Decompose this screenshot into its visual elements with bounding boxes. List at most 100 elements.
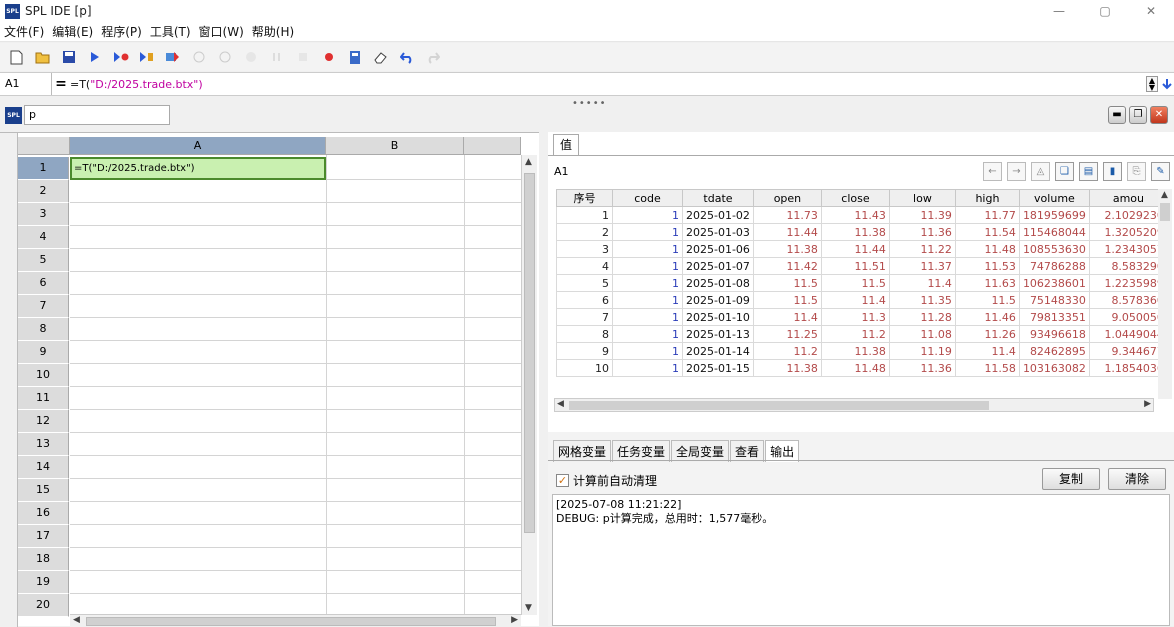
expand-formula-icon[interactable]: ▲ ▼: [1146, 76, 1158, 92]
row-header-19[interactable]: 19: [18, 571, 69, 594]
grid-horizontal-scrollbar[interactable]: ◀ ▶: [70, 614, 521, 627]
grid-vscroll-thumb[interactable]: [524, 173, 535, 533]
table-cell[interactable]: 181959699: [1018, 206, 1090, 224]
table-cell[interactable]: 8.578360: [1088, 291, 1168, 309]
row-header-16[interactable]: 16: [18, 502, 69, 525]
value-horizontal-scrollbar[interactable]: ◀ ▶: [554, 398, 1154, 412]
tab-task-variables[interactable]: 任务变量: [612, 440, 671, 462]
row-header-7[interactable]: 7: [18, 295, 69, 318]
grid-vertical-scrollbar[interactable]: ▲ ▼: [521, 155, 537, 615]
run-to-cursor-icon[interactable]: [164, 49, 181, 66]
table-cell[interactable]: 1: [612, 206, 683, 224]
pin-icon[interactable]: ✎: [1151, 162, 1170, 181]
table-row[interactable]: 9 1 2025-01-14 11.2 11.38 11.19 11.4 82462895 9.…: [556, 342, 1168, 360]
table-cell[interactable]: 1: [612, 291, 683, 309]
table-cell[interactable]: 11.36: [888, 223, 956, 241]
table-cell[interactable]: 11.5: [820, 274, 890, 292]
table-cell[interactable]: 11.43: [820, 206, 890, 224]
table-cell[interactable]: 2025-01-08: [682, 274, 754, 292]
table-cell[interactable]: 11.5: [752, 274, 822, 292]
table-row[interactable]: 4 1 2025-01-07 11.42 11.51 11.37 11.53 74786288…: [556, 257, 1168, 275]
value-column-header[interactable]: low: [888, 189, 956, 207]
column-header-a[interactable]: A: [70, 137, 326, 155]
row-header-2[interactable]: 2: [18, 180, 69, 203]
save-icon[interactable]: [60, 49, 77, 66]
menu-program[interactable]: 程序(P): [101, 23, 142, 40]
menu-tools[interactable]: 工具(T): [150, 23, 191, 40]
row-header-10[interactable]: 10: [18, 364, 69, 387]
table-cell[interactable]: 11.44: [820, 240, 890, 258]
cell-a1[interactable]: =T("D:/2025.trade.btx"): [70, 157, 326, 180]
tab-global-variables[interactable]: 全局变量: [671, 440, 730, 462]
copy-value-icon[interactable]: ❏: [1055, 162, 1074, 181]
table-cell[interactable]: 11.36: [888, 359, 956, 377]
table-cell[interactable]: 93496618: [1018, 325, 1090, 343]
maximize-button[interactable]: ▢: [1082, 0, 1128, 22]
table-cell[interactable]: 2025-01-02: [682, 206, 754, 224]
table-cell[interactable]: 2025-01-15: [682, 359, 754, 377]
row-header-8[interactable]: 8: [18, 318, 69, 341]
table-cell[interactable]: 1: [612, 342, 683, 360]
row-header-5[interactable]: 5: [18, 249, 69, 272]
new-file-icon[interactable]: [8, 49, 25, 66]
auto-clear-checkbox[interactable]: ✓ 计算前自动清理: [556, 472, 657, 489]
table-row[interactable]: 3 1 2025-01-06 11.38 11.44 11.22 11.48 10855363…: [556, 240, 1168, 258]
table-cell[interactable]: 11.4: [820, 291, 890, 309]
value-column-header[interactable]: 序号: [556, 189, 613, 207]
value-vertical-scrollbar[interactable]: ▲: [1158, 189, 1172, 399]
back-icon[interactable]: ←: [983, 162, 1002, 181]
value-column-header[interactable]: high: [954, 189, 1020, 207]
table-cell[interactable]: 2025-01-14: [682, 342, 754, 360]
table-cell[interactable]: 2025-01-06: [682, 240, 754, 258]
row-header-1[interactable]: 1: [18, 157, 69, 180]
table-row[interactable]: 7 1 2025-01-10 11.4 11.3 11.28 11.46 79813351 9.…: [556, 308, 1168, 326]
table-cell[interactable]: 1: [612, 274, 683, 292]
value-hscroll-thumb[interactable]: [569, 401, 989, 410]
tab-watch[interactable]: 查看: [730, 440, 765, 462]
grid-hscroll-thumb[interactable]: [86, 617, 496, 626]
table-cell[interactable]: 10: [556, 359, 613, 377]
vertical-splitter[interactable]: [539, 132, 548, 626]
tab-output[interactable]: 输出: [765, 440, 800, 462]
row-header-17[interactable]: 17: [18, 525, 69, 548]
run-icon[interactable]: [86, 49, 103, 66]
table-cell[interactable]: 75148330: [1018, 291, 1090, 309]
table-cell[interactable]: 5: [556, 274, 613, 292]
table-cell[interactable]: 108553630: [1018, 240, 1090, 258]
table-cell[interactable]: 11.4: [888, 274, 956, 292]
table-cell[interactable]: 11.58: [954, 359, 1020, 377]
value-vscroll-thumb[interactable]: [1160, 203, 1170, 221]
panel-minimize-icon[interactable]: ▬: [1108, 106, 1126, 124]
table-cell[interactable]: 11.19: [888, 342, 956, 360]
table-row[interactable]: 1 1 2025-01-02 11.73 11.43 11.39 11.77 18195969…: [556, 206, 1168, 224]
arrow-down-icon[interactable]: [1162, 78, 1172, 90]
table-cell[interactable]: 11.48: [820, 359, 890, 377]
table-cell[interactable]: 11.38: [820, 342, 890, 360]
step-run-icon[interactable]: [138, 49, 155, 66]
table-cell[interactable]: 11.38: [752, 359, 822, 377]
table-cell[interactable]: 1: [612, 257, 683, 275]
menu-help[interactable]: 帮助(H): [252, 23, 294, 40]
menu-file[interactable]: 文件(F): [4, 23, 44, 40]
table-row[interactable]: 6 1 2025-01-09 11.5 11.4 11.35 11.5 75148330 8.5…: [556, 291, 1168, 309]
table-cell[interactable]: 11.25: [752, 325, 822, 343]
table-cell[interactable]: 2025-01-03: [682, 223, 754, 241]
calculator-icon[interactable]: [346, 49, 363, 66]
table-cell[interactable]: 11.26: [954, 325, 1020, 343]
forward-icon[interactable]: →: [1007, 162, 1026, 181]
file-name-tab[interactable]: p: [24, 105, 170, 125]
table-cell[interactable]: 106238601: [1018, 274, 1090, 292]
table-cell[interactable]: 11.3: [820, 308, 890, 326]
cell-reference-field[interactable]: A1: [0, 73, 52, 95]
row-header-3[interactable]: 3: [18, 203, 69, 226]
table-row[interactable]: 8 1 2025-01-13 11.25 11.2 11.08 11.26 93496618 1…: [556, 325, 1168, 343]
table-cell[interactable]: 2: [556, 223, 613, 241]
table-cell[interactable]: 11.2: [820, 325, 890, 343]
table-row[interactable]: 2 1 2025-01-03 11.44 11.38 11.36 11.54 11546804…: [556, 223, 1168, 241]
table-cell[interactable]: 11.48: [954, 240, 1020, 258]
panel-restore-icon[interactable]: ❐: [1129, 106, 1147, 124]
table-cell[interactable]: 103163082: [1018, 359, 1090, 377]
tab-value[interactable]: 值: [553, 134, 579, 156]
table-view-icon[interactable]: ▤: [1079, 162, 1098, 181]
table-cell[interactable]: 9.344677: [1088, 342, 1168, 360]
